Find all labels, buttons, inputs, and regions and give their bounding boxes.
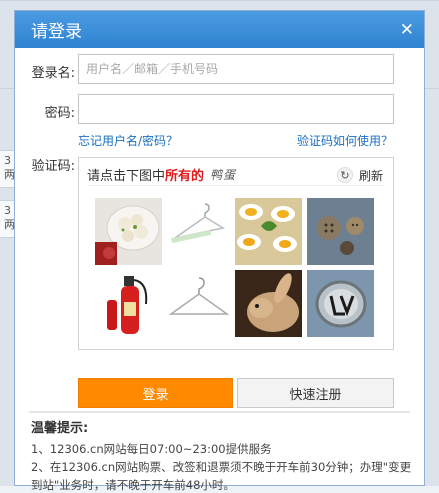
login-dialog: 请登录 ✕ 登录名: 密码: 忘记用户名/密码？ 验证码如何使用？ 验证码: 请… [14, 10, 425, 486]
captcha-tile-deviled-eggs[interactable] [235, 198, 302, 265]
tip-line: 到站"业务时，请不晚于开车前48小时。 [31, 477, 235, 493]
captcha-prompt-prefix: 请点击下图中 [87, 169, 165, 184]
tips-title: 温馨提示: [31, 417, 88, 436]
captcha-tile-clothes-hanger[interactable] [165, 198, 232, 265]
captcha-header: 请点击下图中所有的 鸭蛋 ↻ 刷新 [87, 164, 385, 186]
background-row-snippet: 3 两 [0, 200, 14, 238]
rabbit-image [235, 270, 302, 337]
buttons-image [307, 198, 374, 265]
captcha-tile-logo-badge[interactable] [307, 270, 374, 337]
logo-badge-image [307, 270, 374, 337]
fire-extinguisher-image [95, 270, 162, 337]
password-input[interactable] [78, 94, 394, 124]
captcha-tile-fire-extinguisher[interactable] [95, 270, 162, 337]
close-icon[interactable]: ✕ [400, 20, 414, 40]
captcha-tile-dumplings[interactable] [95, 198, 162, 265]
captcha-help-link[interactable]: 验证码如何使用？ [297, 132, 393, 149]
dumplings-image [95, 198, 162, 265]
background-row-snippet: 3 两 [0, 150, 14, 188]
password-label: 密码: [15, 102, 75, 121]
tip-line: 1、12306.cn网站每日07:00~23:00提供服务 [31, 441, 272, 457]
dialog-title: 请登录 [31, 17, 82, 42]
captcha-prompt: 请点击下图中所有的 [87, 165, 204, 184]
divider [29, 411, 410, 413]
captcha-tile-wire-hanger[interactable] [165, 270, 232, 337]
wire-hanger-image [165, 270, 232, 337]
clothes-hanger-image [165, 198, 232, 265]
captcha-label: 验证码: [15, 155, 75, 174]
dialog-titlebar: 请登录 ✕ [15, 11, 424, 48]
refresh-label: 刷新 [359, 167, 383, 184]
captcha-target-word: 鸭蛋 [210, 166, 236, 183]
captcha-refresh-button[interactable]: ↻ 刷新 [337, 164, 383, 186]
quick-register-button[interactable]: 快速注册 [237, 378, 394, 408]
forgot-password-link[interactable]: 忘记用户名/密码？ [78, 132, 178, 149]
captcha-tile-rabbit[interactable] [235, 270, 302, 337]
tip-line: 2、在12306.cn网站购票、改签和退票须不晚于开车前30分钟；办理"变更 [31, 459, 411, 475]
username-label: 登录名: [15, 62, 75, 81]
captcha-prompt-highlight: 所有的 [165, 169, 204, 184]
login-button[interactable]: 登录 [78, 378, 233, 408]
captcha-panel: 请点击下图中所有的 鸭蛋 ↻ 刷新 [78, 157, 394, 350]
refresh-icon: ↻ [337, 167, 353, 183]
captcha-tile-buttons[interactable] [307, 198, 374, 265]
username-input[interactable] [78, 54, 394, 84]
background-border [0, 0, 439, 1]
deviled-eggs-image [235, 198, 302, 265]
